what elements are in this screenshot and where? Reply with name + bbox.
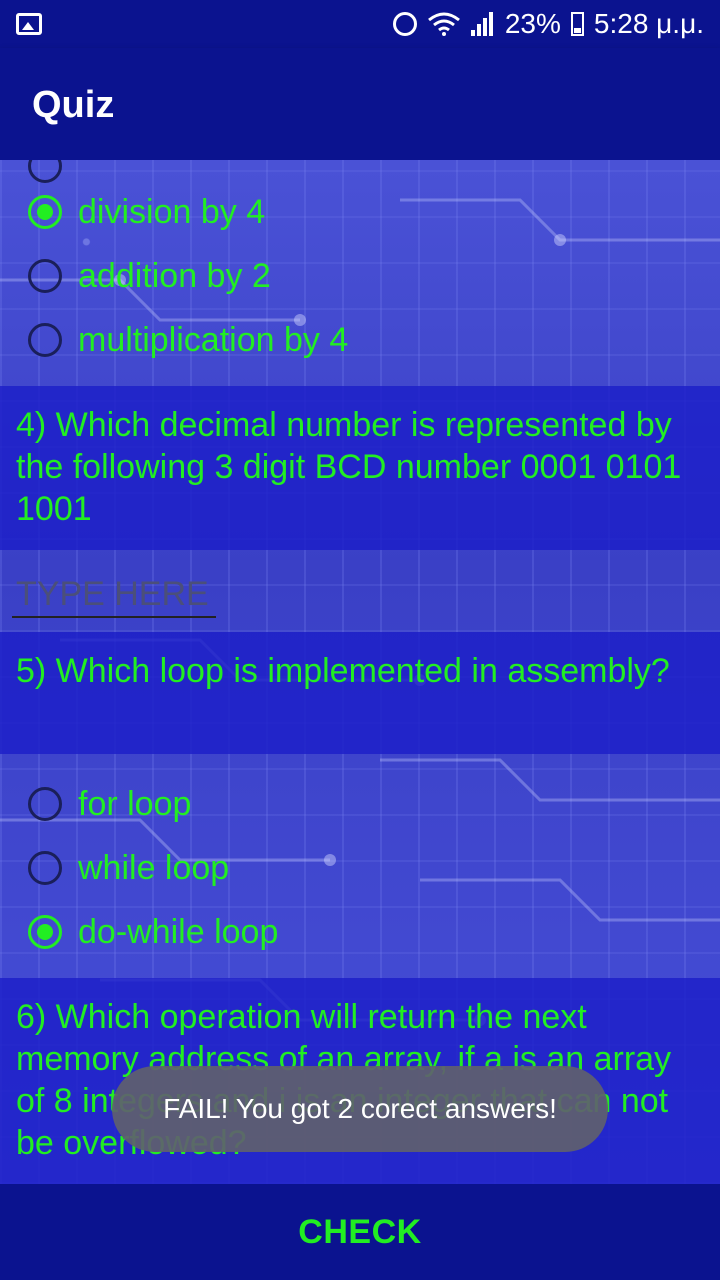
alarm-icon <box>392 12 417 36</box>
radio-button[interactable] <box>28 787 62 821</box>
option-label: while loop <box>78 848 230 887</box>
q3-option-1[interactable]: division by 4 <box>28 184 265 240</box>
radio-button[interactable] <box>28 160 62 183</box>
app-bar: Quiz <box>0 48 720 160</box>
option-label: addition by 2 <box>78 256 271 295</box>
status-bar: 23% 5:28 μ.μ. <box>0 0 720 48</box>
option-label: division by 4 <box>78 192 266 231</box>
option-label: do-while loop <box>78 912 279 951</box>
radio-button[interactable] <box>28 323 62 357</box>
q3-option-3[interactable]: multiplication by 4 <box>28 312 348 368</box>
signal-icon <box>470 12 495 36</box>
q5-option-3[interactable]: do-while loop <box>28 904 278 960</box>
radio-button[interactable] <box>28 259 62 293</box>
answer-input[interactable] <box>12 572 216 618</box>
toast-message: FAIL! You got 2 corect answers! <box>163 1093 557 1124</box>
radio-button-checked[interactable] <box>28 915 62 949</box>
radio-button-checked[interactable] <box>28 195 62 229</box>
bottom-bar: CHECK <box>0 1184 720 1280</box>
question-5: 5) Which loop is implemented in assembly… <box>0 632 720 754</box>
check-button[interactable]: CHECK <box>298 1213 421 1252</box>
page-title: Quiz <box>32 84 115 126</box>
battery-icon <box>570 12 584 36</box>
radio-button[interactable] <box>28 851 62 885</box>
option-label: for loop <box>78 784 192 823</box>
result-toast: FAIL! You got 2 corect answers! <box>112 1066 608 1152</box>
q3-option-2[interactable]: addition by 2 <box>28 248 271 304</box>
battery-percentage: 23% <box>504 8 561 39</box>
gallery-icon <box>16 13 42 35</box>
option-label: multiplication by 4 <box>78 320 349 359</box>
clock: 5:28 μ.μ. <box>593 8 704 39</box>
q5-option-1[interactable]: for loop <box>28 776 191 832</box>
q5-option-2[interactable]: while loop <box>28 840 229 896</box>
wifi-icon <box>427 12 461 36</box>
question-4: 4) Which decimal number is represented b… <box>0 386 720 550</box>
quiz-scroll-area[interactable]: division by 4 addition by 2 multiplicati… <box>0 160 720 1184</box>
